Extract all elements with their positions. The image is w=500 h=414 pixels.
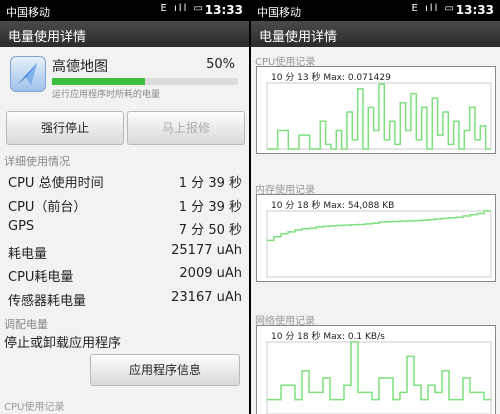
usage-detail-row: CPU（前台） 1 分 39 秒: [8, 194, 242, 216]
usage-detail-value: 23167 uAh: [171, 289, 242, 305]
cpu-usage-chart: 10 分 13 秒 Max: 0.071429: [256, 66, 496, 154]
page-title: 电量使用详情: [8, 30, 87, 45]
signal-battery-icon: E ıll ▭: [160, 3, 205, 14]
usage-detail-value: 1 分 39 秒: [178, 199, 242, 215]
usage-detail-value: 2009 uAh: [179, 266, 242, 281]
battery-usage-fill: [52, 78, 145, 85]
network-chart-stat: 10 分 18 秒 Max: 0.1 KB/s: [271, 332, 385, 342]
usage-detail-row: 耗电量 25177 uAh: [8, 241, 242, 263]
usage-detail-value: 25177 uAh: [171, 242, 242, 258]
battery-detail-screen-right: 中国移动 E ıll ▭ 13:33 电量使用详情 CPU使用记录 10 分 1…: [251, 0, 500, 414]
status-bar: 中国移动 E ıll ▭ 13:33: [251, 0, 500, 21]
carrier-name: 中国移动: [257, 6, 301, 19]
report-button[interactable]: 马上报修: [127, 111, 245, 145]
usage-detail-value: 1 分 39 秒: [178, 176, 242, 191]
usage-detail-row: 传感器耗电量 23167 uAh: [8, 288, 242, 310]
clock: 13:33: [204, 3, 243, 17]
chart-frame: [266, 210, 492, 278]
usage-detail-label: CPU 总使用时间: [8, 176, 104, 191]
battery-usage-bar: [52, 78, 238, 85]
app-info-button[interactable]: 应用程序信息: [90, 354, 240, 386]
adjust-description: 停止或卸载应用程序: [4, 336, 122, 351]
page-title: 电量使用详情: [259, 30, 338, 45]
title-bar: 电量使用详情: [251, 21, 500, 47]
usage-detail-row: CPU 总使用时间 1 分 39 秒: [8, 170, 242, 192]
usage-detail-label: GPS: [8, 219, 35, 234]
amap-app-icon: [10, 56, 46, 92]
clock: 13:33: [455, 3, 494, 17]
chart-series-line: [267, 83, 491, 150]
signal-battery-icon: E ıll ▭: [411, 3, 456, 14]
usage-description: 运行应用程序时所耗的电量: [52, 90, 161, 100]
app-name: 高德地图: [52, 59, 108, 75]
memory-usage-chart: 10 分 18 秒 Max: 54,088 KB: [256, 194, 496, 282]
usage-detail-label: 传感器耗电量: [8, 293, 87, 309]
usage-detail-value: 7 分 50 秒: [178, 223, 242, 238]
usage-detail-row: CPU耗电量 2009 uAh: [8, 264, 242, 286]
battery-percent: 50%: [206, 57, 235, 72]
cpu-chart-stat: 10 分 13 秒 Max: 0.071429: [271, 73, 391, 83]
carrier-name: 中国移动: [6, 6, 50, 19]
usage-detail-label: CPU耗电量: [8, 270, 74, 285]
title-bar: 电量使用详情: [0, 21, 249, 47]
cpu-record-label: CPU使用记录: [4, 402, 65, 413]
usage-detail-row: GPS 7 分 50 秒: [8, 217, 242, 239]
detail-section-header: 详细使用情况: [4, 155, 70, 168]
adjust-section-header: 调配电量: [4, 318, 48, 331]
chart-series-line: [267, 210, 491, 242]
network-usage-chart: 10 分 18 秒 Max: 0.1 KB/s: [256, 325, 496, 414]
battery-detail-screen-left: 中国移动 E ıll ▭ 13:33 电量使用详情 高德地图 50% 运行应用程…: [0, 0, 249, 414]
memory-chart-stat: 10 分 18 秒 Max: 54,088 KB: [271, 201, 395, 211]
chart-series-line: [267, 341, 491, 401]
usage-detail-label: 耗电量: [8, 246, 48, 262]
status-bar: 中国移动 E ıll ▭ 13:33: [0, 0, 249, 21]
usage-detail-label: CPU（前台）: [8, 199, 87, 215]
force-stop-button[interactable]: 强行停止: [6, 111, 124, 145]
